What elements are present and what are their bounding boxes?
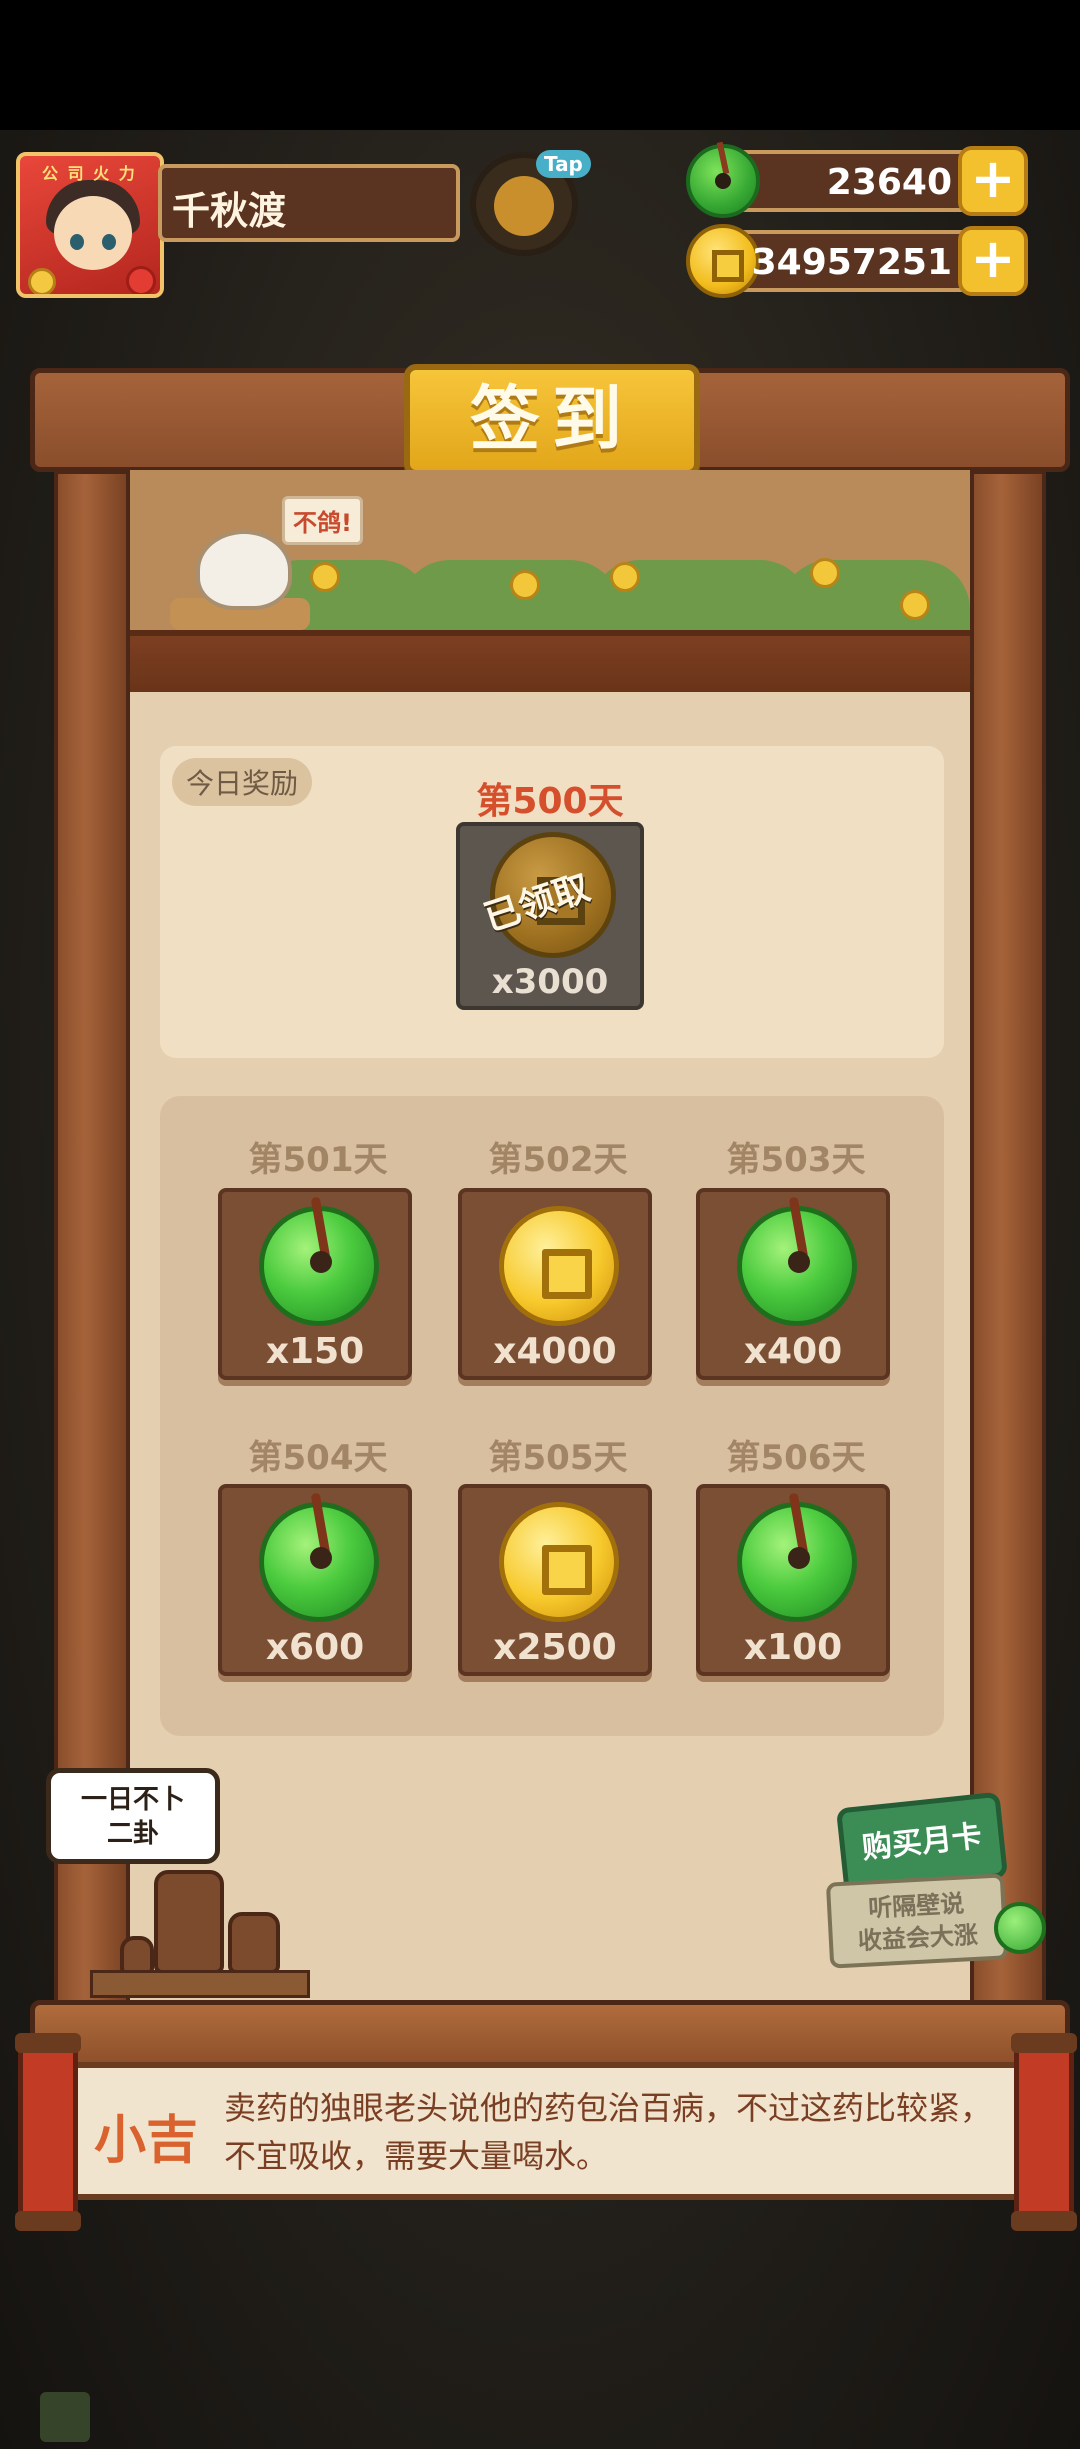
- flower-icon: [510, 570, 540, 600]
- reward-slot[interactable]: x400: [696, 1188, 890, 1380]
- jade-value: 23640: [826, 162, 952, 203]
- reward-qty: x4000: [493, 1331, 617, 1372]
- player-name: 千秋渡: [172, 189, 287, 233]
- status-bar: [0, 0, 1080, 130]
- bush: [780, 560, 970, 640]
- avatar-coin-icon: [126, 266, 156, 294]
- day-label: 第505天: [488, 1438, 628, 1478]
- avatar-eye: [70, 234, 84, 250]
- today-reward-label: 今日奖励: [172, 758, 313, 806]
- today-reward-slot: 已领取 x3000: [456, 822, 644, 1010]
- dialog-speaker: 小吉: [94, 2111, 199, 2171]
- day-label: 第503天: [726, 1140, 866, 1180]
- jade-coin-icon: [259, 1502, 379, 1622]
- reward-slot[interactable]: x150: [218, 1188, 412, 1380]
- hen-speech: 不鸽!: [282, 496, 363, 545]
- jade-coin-icon: [994, 1902, 1046, 1954]
- reward-qty: x100: [743, 1627, 843, 1668]
- jar-icon: [154, 1870, 224, 1974]
- flower-icon: [610, 562, 640, 592]
- player-name-bar: 千秋渡: [158, 164, 460, 242]
- reward-qty: x2500: [493, 1627, 617, 1668]
- corner-icon[interactable]: [40, 2392, 90, 2442]
- gold-counter: 34957251 +: [686, 224, 1028, 298]
- jade-coin-icon: [737, 1502, 857, 1622]
- scroll-roller-left: [15, 2033, 81, 2231]
- add-jade-button[interactable]: +: [958, 146, 1028, 216]
- day-label: 第502天: [488, 1140, 628, 1180]
- dialog-text: 卖药的独眼老头说他的药包治百病，不过这药比较紧，不宜吸收，需要大量喝水。: [224, 2089, 993, 2175]
- avatar-eye: [102, 234, 116, 250]
- speech-line: 一日不卜: [80, 1785, 185, 1815]
- reward-qty: x600: [265, 1627, 365, 1668]
- shelf: [90, 1970, 310, 1998]
- jar-icon: [228, 1912, 280, 1974]
- gold-coin-icon: [499, 1502, 619, 1622]
- gold-coin-icon: [499, 1206, 619, 1326]
- jade-counter: 23640 +: [686, 144, 1028, 218]
- avatar-face: [54, 196, 132, 270]
- jade-coin-icon: [737, 1206, 857, 1326]
- player-avatar[interactable]: 公 司 火 力: [16, 152, 164, 298]
- tap-label: Tap: [536, 150, 591, 178]
- page-title: 签到: [470, 378, 634, 460]
- reward-qty: x400: [743, 1331, 843, 1372]
- jade-coin-icon: [259, 1206, 379, 1326]
- reward-qty: x150: [265, 1331, 365, 1372]
- reward-slot[interactable]: x100: [696, 1484, 890, 1676]
- reward-slot[interactable]: x2500: [458, 1484, 652, 1676]
- avatar-coin-icon: [28, 268, 56, 294]
- bush: [400, 560, 620, 640]
- today-day: 第500天: [476, 781, 624, 822]
- speech-line: 二卦: [106, 1819, 159, 1849]
- hen-mascot: [196, 530, 292, 610]
- gold-value: 34957251: [751, 242, 952, 283]
- add-gold-button[interactable]: +: [958, 226, 1028, 296]
- flower-icon: [810, 558, 840, 588]
- reward-slot[interactable]: x600: [218, 1484, 412, 1676]
- day-label: 第501天: [248, 1140, 388, 1180]
- tap-button[interactable]: Tap: [470, 150, 591, 256]
- bottom-beam: [30, 2000, 1070, 2070]
- eave: [130, 630, 970, 692]
- fortune-speech-bubble: 一日不卜 二卦: [46, 1768, 220, 1864]
- tap-face-icon: [494, 176, 554, 236]
- jade-coin-icon: [686, 144, 760, 218]
- gold-coin-icon: [686, 224, 760, 298]
- day-label: 第506天: [726, 1438, 866, 1478]
- day-label: 第504天: [248, 1438, 388, 1478]
- flower-icon: [900, 590, 930, 620]
- reward-slot[interactable]: x4000: [458, 1188, 652, 1380]
- flower-icon: [310, 562, 340, 592]
- today-reward-qty: x3000: [491, 962, 609, 1002]
- monthly-card-caption[interactable]: 听隔壁说 收益会大涨: [825, 1873, 1009, 1969]
- scroll-roller-right: [1011, 2033, 1077, 2231]
- avatar-tag: 公 司 火 力: [42, 164, 137, 183]
- title-plaque: 签到: [404, 364, 700, 476]
